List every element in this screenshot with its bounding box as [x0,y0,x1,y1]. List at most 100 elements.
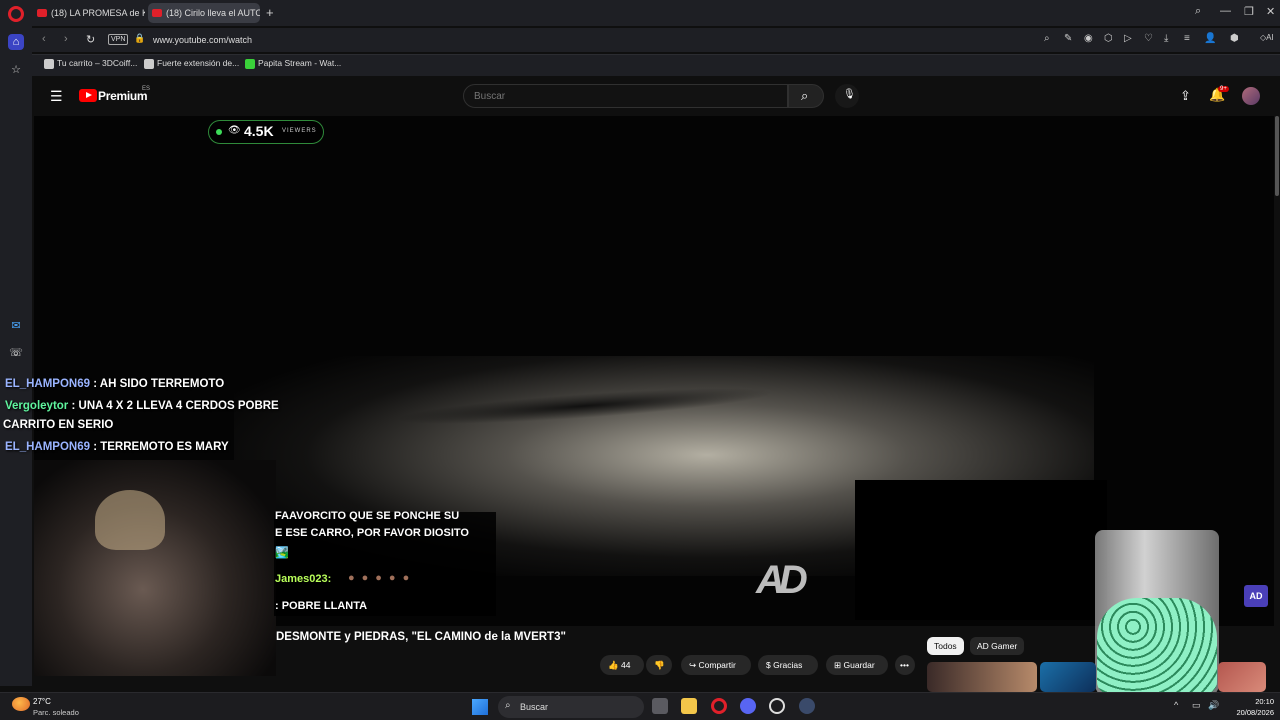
reload-icon[interactable]: ↻ [86,33,95,46]
url-text[interactable]: www.youtube.com/watch [153,35,252,45]
live-dot-icon [216,129,222,135]
youtube-premium-label[interactable]: Premium [98,89,148,103]
chat-line: E ESE CARRO, POR FAVOR DIOSITO [275,527,469,539]
recommended-thumbnail[interactable] [1218,662,1266,692]
volume-icon[interactable]: 🔊 [1208,700,1219,711]
extensions-icon[interactable]: ⬢ [1230,33,1239,44]
windows-start-icon[interactable] [472,699,488,715]
close-icon[interactable]: ✕ [1266,5,1275,18]
bookmark-item[interactable]: Tu carrito – 3DCoiff... [44,58,137,69]
task-view-icon[interactable] [652,698,668,714]
download-icon[interactable]: ⤓ [1164,33,1168,44]
ai-button[interactable]: ◇AI [1260,33,1274,42]
heart-icon[interactable]: ♡ [1144,33,1153,44]
share-icon: ↪ [689,660,697,670]
minimize-icon[interactable]: — [1220,5,1231,17]
youtube-logo-icon[interactable] [79,89,97,102]
taskbar-search-icon: ⌕ [505,700,511,711]
bookmark-item[interactable]: Fuerte extensión de... [144,58,239,69]
save-button[interactable]: ⊞ Guardar [826,655,888,675]
tab-title: (18) LA PROMESA de King [51,8,145,18]
opera-logo-icon[interactable] [8,6,24,22]
chat-text: : UNA 4 X 2 LLEVA 4 CERDOS POBRE [71,400,279,412]
search-page-icon[interactable]: ⌕ [1044,33,1050,44]
share-button[interactable]: ↪ Compartir [681,655,751,675]
recommended-thumbnail[interactable] [1040,662,1096,692]
home-icon[interactable]: ⌂ [8,34,24,50]
browser-tab-2-active[interactable]: (18) Cirilo lleva el AUTO [148,3,260,23]
ad-corner-badge: AD [1244,585,1268,607]
network-icon[interactable]: ▭ [1192,700,1201,711]
bookmark-icon: ⊞ [834,660,842,670]
new-tab-button[interactable]: + [266,5,274,20]
lock-icon[interactable]: 🔒 [134,33,145,44]
weather-icon[interactable] [12,697,30,711]
youtube-favicon-icon [37,9,47,17]
page-scrollbar[interactable] [1275,116,1279,196]
star-icon[interactable]: ☆ [8,62,24,78]
clock-date[interactable]: 20/08/2026 [1222,708,1274,717]
bookmark-item[interactable]: Papita Stream - Wat... [245,58,341,69]
settings-gear-icon[interactable] [799,698,815,714]
maximize-icon[interactable]: ❐ [1244,5,1254,18]
more-actions-icon[interactable]: ••• [895,655,915,675]
mic-icon: 🎙 [843,89,856,100]
edit-icon[interactable]: ✎ [1064,33,1072,44]
chat-line: FAAVORCITO QUE SE PONCHE SU [275,510,460,522]
temperature[interactable]: 27°C [33,697,51,706]
tab-title: (18) Cirilo lleva el AUTO [166,8,260,18]
kick-favicon-icon [245,59,255,69]
thanks-button[interactable]: $ Gracias [758,655,818,675]
streamer-figure [95,490,165,550]
play-icon[interactable]: ▷ [1124,33,1132,44]
tray-chevron-icon[interactable]: ^ [1174,700,1178,710]
weather-condition[interactable]: Parc. soleado [33,708,79,717]
cube-icon[interactable]: ⬡ [1104,33,1113,44]
browser-tab-1[interactable]: (18) LA PROMESA de King [33,3,145,23]
chat-username: Vergoleytor [5,400,69,412]
forward-icon[interactable]: › [64,33,68,45]
file-explorer-icon[interactable] [681,698,697,714]
hamburger-menu-icon[interactable]: ☰ [50,88,63,105]
like-button[interactable]: 👍 44 [600,655,644,675]
messenger-icon[interactable]: ✉ [8,318,24,334]
chat-username: EL_HAMPON69 [5,441,90,453]
ad-watermark-logo: AD [756,558,808,602]
vpn-badge[interactable]: VPN [108,34,129,45]
upload-icon[interactable]: ⇪ [1180,88,1191,104]
chat-username: EL_HAMPON69 [5,378,90,390]
chat-line: : POBRE LLANTA [275,600,368,612]
discord-icon[interactable] [740,698,756,714]
video-title: DESMONTE y PIEDRAS, "EL CAMINO de la MVE… [276,631,566,643]
dislike-button[interactable]: 👎 [646,655,672,675]
chat-text: : AH SIDO TERREMOTO [93,378,225,390]
chat-message: Vergoleytor : UNA 4 X 2 LLEVA 4 CERDOS P… [5,400,279,412]
profile-icon[interactable]: 👤 [1204,33,1216,44]
thanks-icon: $ [766,660,771,670]
avatar[interactable] [1242,87,1260,105]
filter-chip-ad-gamer[interactable]: AD Gamer [970,637,1025,655]
chat-message: EL_HAMPON69 : AH SIDO TERREMOTO [5,378,224,390]
search-tabs-icon[interactable]: ⌕ [1195,5,1201,18]
filter-chip-all[interactable]: Todos [927,637,964,655]
recommended-thumbnail[interactable] [927,662,1037,692]
whatsapp-icon[interactable]: ☏ [8,345,24,361]
app-icon[interactable] [769,698,785,714]
chat-emote: 🏞️ [275,547,289,559]
streamer-webcam [34,460,276,676]
search-button[interactable]: ⌕ [788,84,824,108]
youtube-favicon-icon [152,9,162,17]
chat-text: : TERREMOTO ES MARY [93,441,229,453]
clock-time[interactable]: 20:10 [1230,697,1274,706]
chat-username: James023: [275,573,332,585]
thumbs-down-icon: 👎 [654,660,665,670]
menu-icon[interactable]: ≡ [1184,33,1190,44]
back-icon[interactable]: ‹ [42,33,46,45]
opera-taskbar-icon[interactable] [711,698,727,714]
search-input[interactable] [463,84,788,108]
camera-icon[interactable]: ◉ [1084,33,1093,44]
voice-search-button[interactable]: 🎙 [835,84,859,108]
chat-text-continued: CARRITO EN SERIO [3,419,114,431]
jar-chips [1097,598,1217,694]
taskbar-search[interactable]: Buscar [498,696,644,718]
